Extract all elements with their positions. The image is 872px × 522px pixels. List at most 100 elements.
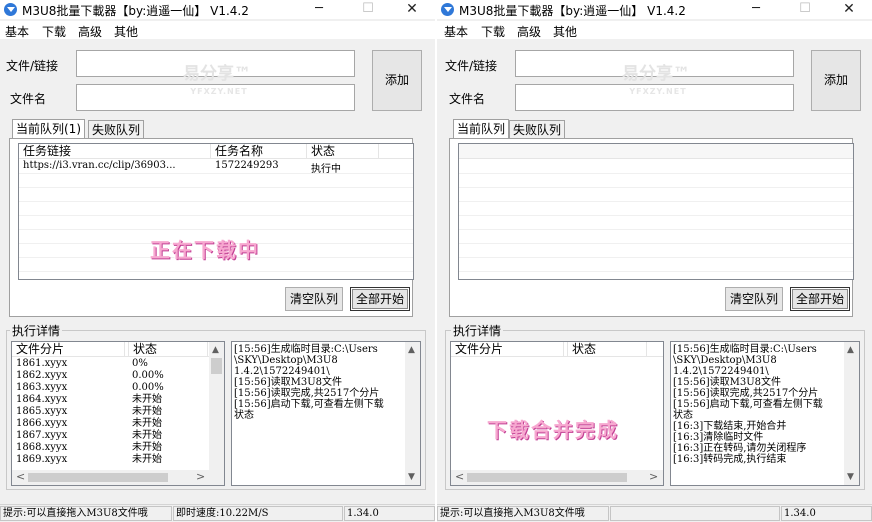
downloading-overlay: 正在下载中 [150,238,260,262]
log-vertical-scrollbar[interactable]: ▲ ▼ [405,342,420,485]
list-item[interactable]: 1861.xyyx 0% [12,358,212,370]
column-fragment-status[interactable]: 状态 [128,342,208,356]
file-name-input[interactable]: YFXZY.NET [76,84,355,111]
column-task-name[interactable]: 任务名称 [211,144,307,158]
log-line: [15:56]启动下载,可查看左侧下载 [234,399,384,410]
window-title: M3U8批量下載器【by:逍遥一仙】 V1.4.2 [459,4,686,18]
task-link-cell: https://i3.vran.cc/clip/36903... [23,160,176,171]
row-divider [19,229,413,230]
minimize-icon[interactable]: ─ [296,0,342,19]
fragment-horizontal-scrollbar[interactable]: < > [12,470,224,485]
row-divider [459,187,853,188]
file-name-input[interactable]: YFXZY.NET [515,84,794,111]
app-icon [441,3,454,16]
fragment-status: 0% [132,358,148,369]
log-line: [16:3]正在转码,请勿关闭程序 [673,443,807,454]
fragment-status: 0.00% [132,370,164,381]
log-panel[interactable]: [15:56]生成临时目录:C:\Users \SKY\Desktop\M3U8… [670,341,860,486]
fragment-list-header: 文件分片 状态 [12,342,224,357]
fragment-list[interactable]: 文件分片 状态 1861.xyyx 0% 1862.xyyx 0.00% 1863.… [11,341,225,486]
log-line: 1.4.2\1572249401\ [234,366,330,377]
column-fragment[interactable]: 文件分片 [12,342,125,356]
details-title: 执行详情 [10,322,63,339]
scroll-thumb[interactable] [211,358,222,374]
log-panel[interactable]: [15:56]生成临时目录:C:\Users \SKY\Desktop\M3U8… [231,341,421,486]
log-vertical-scrollbar[interactable]: ▲ ▼ [844,342,859,485]
column-status[interactable]: 状态 [307,144,379,158]
list-item[interactable]: 1867.xyyx 未开始 [12,430,212,442]
scroll-up-icon[interactable]: ▲ [212,345,219,355]
fragment-status: 0.00% [132,382,164,393]
column-fragment[interactable]: 文件分片 [451,342,564,356]
clear-queue-button[interactable]: 清空队列 [285,287,343,311]
fragment-horizontal-scrollbar[interactable]: < > [451,470,663,485]
menu-basic[interactable]: 基本 [5,23,29,40]
minimize-icon[interactable]: ─ [733,0,779,19]
task-list-header: 任务链接 任务名称 状态 [19,144,413,159]
details-title: 执行详情 [451,322,504,339]
log-line: \SKY\Desktop\M3U8 [234,355,338,366]
status-hint: 提示:可以直接拖入M3U8文件哦 [0,506,172,521]
list-item[interactable]: 1865.xyyx 未开始 [12,406,212,418]
row-divider [459,243,853,244]
list-item[interactable]: 1868.xyyx 未开始 [12,442,212,454]
close-icon[interactable]: ✕ [826,0,872,19]
task-status-cell: 执行中 [311,164,341,175]
scroll-left-icon[interactable]: < [455,471,464,482]
add-button[interactable]: 添加 [372,50,422,111]
menu-download[interactable]: 下载 [481,23,505,40]
list-item[interactable]: 1864.xyyx 未开始 [12,394,212,406]
tab-failed-queue[interactable]: 失败队列 [88,120,145,139]
list-item[interactable]: 1866.xyyx 未开始 [12,418,212,430]
fragment-name: 1861.xyyx [16,358,68,369]
scroll-right-icon[interactable]: > [196,471,205,482]
clear-queue-button[interactable]: 清空队列 [725,287,783,311]
fragment-vertical-scrollbar[interactable]: ▲ [209,342,224,470]
tab-current-queue[interactable]: 当前队列(1) [12,119,85,140]
log-line: 状态 [673,410,693,421]
watermark-logo: 易分享™ [183,64,251,84]
scroll-up-icon[interactable]: ▲ [408,345,415,355]
scroll-down-icon[interactable]: ▼ [847,472,854,482]
fragment-name: 1869.xyyx [16,454,68,465]
scroll-up-icon[interactable]: ▲ [847,345,854,355]
menu-download[interactable]: 下载 [42,23,66,40]
log-line: [15:56]生成临时目录:C:\Users [234,344,378,355]
maximize-icon[interactable]: ☐ [345,0,391,19]
list-item[interactable]: 1869.xyyx 未开始 [12,454,212,466]
add-button[interactable]: 添加 [811,50,861,111]
list-item[interactable]: 1863.xyyx 0.00% [12,382,212,394]
watermark-logo: 易分享™ [622,64,690,84]
scroll-right-icon[interactable]: > [649,471,658,482]
menu-other[interactable]: 其他 [114,23,138,40]
start-all-button[interactable]: 全部开始 [350,287,410,311]
file-link-input[interactable]: 易分享™ [76,50,355,84]
fragment-name: 1866.xyyx [16,418,68,429]
status-version: 1.34.0 [781,506,872,521]
menu-basic[interactable]: 基本 [444,23,468,40]
column-fragment-status[interactable]: 状态 [567,342,647,356]
tab-failed-queue[interactable]: 失败队列 [509,120,566,139]
scroll-down-icon[interactable]: ▼ [408,472,415,482]
status-speed: 即时速度:10.22M/S [173,506,343,521]
merge-complete-overlay: 下载合并完成 [487,418,619,442]
scroll-thumb[interactable] [28,473,168,482]
log-line: 状态 [234,410,254,421]
task-list[interactable] [458,143,854,280]
status-version: 1.34.0 [344,506,435,521]
column-task-link[interactable]: 任务链接 [19,144,211,158]
scroll-thumb[interactable] [467,473,627,482]
tab-current-queue[interactable]: 当前队列 [453,119,510,140]
row-divider [19,215,413,216]
file-link-input[interactable]: 易分享™ [515,50,794,84]
start-all-button[interactable]: 全部开始 [790,287,850,311]
row-divider [459,229,853,230]
menu-advanced[interactable]: 高级 [517,23,541,40]
close-icon[interactable]: ✕ [389,0,435,19]
menu-advanced[interactable]: 高级 [78,23,102,40]
maximize-icon[interactable]: ☐ [782,0,828,19]
menu-other[interactable]: 其他 [553,23,577,40]
watermark-subtext: YFXZY.NET [190,87,248,96]
scroll-left-icon[interactable]: < [16,471,25,482]
list-item[interactable]: 1862.xyyx 0.00% [12,370,212,382]
